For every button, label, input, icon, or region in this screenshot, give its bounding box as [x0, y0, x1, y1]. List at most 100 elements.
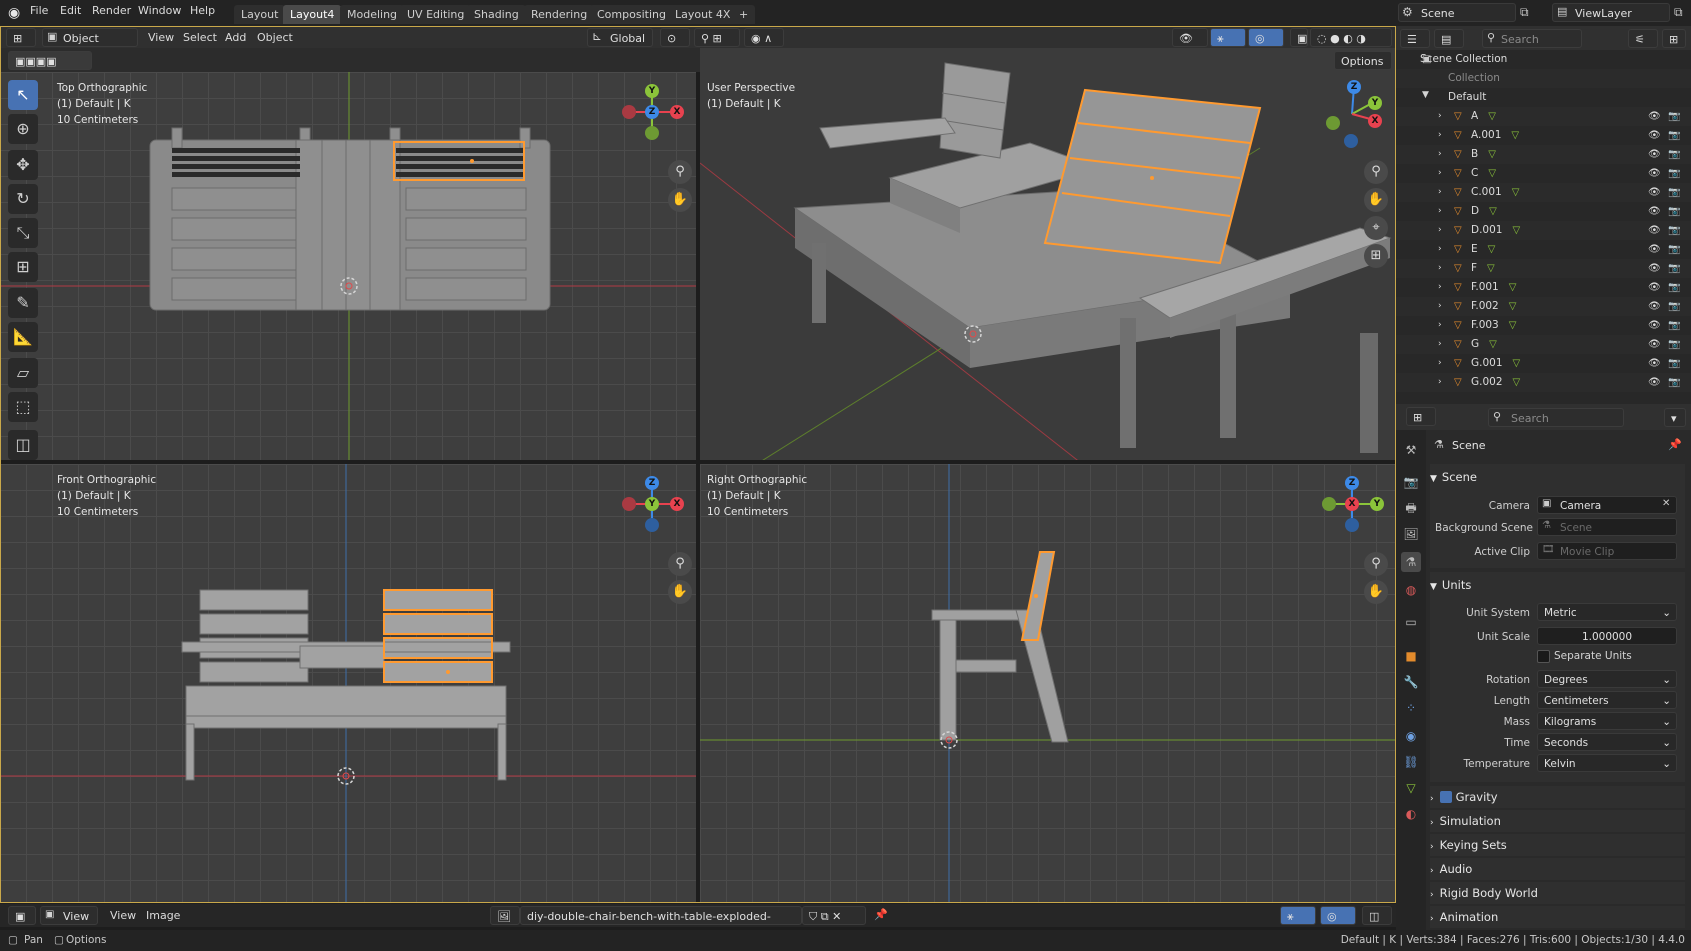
scene-selector[interactable]: Scene — [1398, 3, 1516, 22]
panel-audio[interactable]: › Audio — [1430, 858, 1685, 880]
outliner-object-row[interactable]: › ▽ C.001 ▽ 👁 📷 — [1396, 183, 1691, 202]
visibility-eye-icon[interactable]: 👁 — [1648, 107, 1661, 126]
outliner-search-input[interactable]: Search — [1482, 29, 1582, 48]
view-menu[interactable]: View — [110, 906, 136, 925]
scene-tab-icon[interactable]: ⚗ — [1401, 552, 1421, 572]
chevron-right-icon[interactable]: › — [1438, 221, 1442, 240]
menu-render[interactable]: Render — [92, 4, 131, 17]
chevron-right-icon[interactable]: › — [1438, 278, 1442, 297]
visibility-eye-icon[interactable]: 👁 — [1648, 335, 1661, 354]
chevron-right-icon[interactable]: › — [1438, 354, 1442, 373]
properties-search-input[interactable]: Search — [1488, 408, 1624, 427]
visibility-eye-icon[interactable]: 👁 — [1648, 259, 1661, 278]
render-camera-icon[interactable]: 📷 — [1668, 126, 1680, 145]
render-camera-icon[interactable]: 📷 — [1668, 354, 1680, 373]
panel-rigid-body-world[interactable]: › Rigid Body World — [1430, 882, 1685, 904]
mesh-data-icon[interactable]: ▽ — [1488, 149, 1496, 160]
scene-collection-row[interactable]: Scene Collection — [1396, 50, 1691, 69]
mass-dropdown[interactable]: Kilograms ⌄ — [1537, 712, 1677, 730]
chevron-right-icon[interactable]: › — [1438, 297, 1442, 316]
filter-icon[interactable]: ⚟ — [1628, 29, 1658, 48]
cursor-icon[interactable]: ⊕ — [8, 114, 38, 144]
rotation-dropdown[interactable]: Degrees ⌄ — [1537, 670, 1677, 688]
menu-file[interactable]: File — [30, 4, 48, 17]
select-box-icon[interactable]: ↖ — [8, 80, 38, 110]
viewport-user-perspective[interactable]: User Perspective (1) Default | K Options — [700, 48, 1396, 462]
tab-layout[interactable]: Layout — [234, 5, 286, 24]
outliner-object-row[interactable]: › ▽ G ▽ 👁 📷 — [1396, 335, 1691, 354]
scale-icon[interactable]: ⤡ — [8, 218, 38, 248]
display-mode-button[interactable]: ▤ — [1434, 29, 1464, 48]
mesh-data-icon[interactable]: ▽ — [1513, 358, 1521, 369]
output-tab-icon[interactable]: 🖶 — [1401, 498, 1421, 518]
zoom-icon[interactable]: ⚲ — [668, 552, 692, 576]
pan-hand-icon[interactable]: ✋ — [1364, 188, 1388, 212]
particles-tab-icon[interactable]: ⁘ — [1401, 698, 1421, 718]
chevron-right-icon[interactable]: › — [1438, 202, 1442, 221]
move-icon[interactable]: ✥ — [8, 150, 38, 180]
outliner-object-row[interactable]: › ▽ E ▽ 👁 📷 — [1396, 240, 1691, 259]
tab-rendering[interactable]: Rendering — [524, 5, 595, 24]
material-tab-icon[interactable]: ◐ — [1401, 804, 1421, 824]
overlay-toggle-button[interactable]: ◎ — [1248, 28, 1284, 47]
camera-field[interactable]: Camera — [1537, 496, 1677, 514]
panel-keying-sets[interactable]: › Keying Sets — [1430, 834, 1685, 856]
tab-uv-editing[interactable]: UV Editing — [400, 5, 472, 24]
new-scene-icon[interactable]: ⧉ — [1520, 5, 1529, 20]
mesh-data-icon[interactable]: ▽ — [1513, 377, 1521, 388]
render-camera-icon[interactable]: 📷 — [1668, 221, 1680, 240]
visibility-eye-icon[interactable]: 👁 — [1648, 164, 1661, 183]
pan-hand-icon[interactable]: ✋ — [1364, 580, 1388, 604]
proportional-edit-button[interactable]: ◉ ∧ — [744, 28, 784, 47]
default-collection-row[interactable]: Default — [1396, 88, 1691, 107]
render-camera-icon[interactable]: 📷 — [1668, 335, 1680, 354]
menu-window[interactable]: Window — [138, 4, 181, 17]
add-workspace-button[interactable]: + — [732, 5, 756, 24]
add-menu[interactable]: Add — [225, 28, 246, 47]
shading-mode-buttons[interactable]: ◌ ● ◐ ◑ — [1310, 28, 1392, 47]
rotate-icon[interactable]: ↻ — [8, 184, 38, 214]
length-dropdown[interactable]: Centimeters ⌄ — [1537, 691, 1677, 709]
editor-type-button[interactable]: ⊞ — [6, 28, 36, 47]
snapping-button[interactable]: ⚲ ⊞ — [694, 28, 740, 47]
gravity-checkbox[interactable] — [1439, 791, 1452, 803]
mesh-data-icon[interactable]: ▽ — [1488, 111, 1496, 122]
data-tab-icon[interactable]: ▽ — [1401, 778, 1421, 798]
visibility-eye-icon[interactable]: 👁 — [1648, 240, 1661, 259]
y-axis-icon[interactable]: Y — [645, 84, 659, 98]
mesh-data-icon[interactable]: ▽ — [1489, 206, 1497, 217]
render-camera-icon[interactable]: 📷 — [1668, 107, 1680, 126]
mesh-data-icon[interactable]: ▽ — [1509, 320, 1517, 331]
scene-panel-header[interactable]: ▼ Scene — [1430, 466, 1685, 488]
ortho-toggle-icon[interactable]: ⊞ — [1364, 244, 1388, 268]
chevron-right-icon[interactable]: › — [1438, 183, 1442, 202]
unit-scale-field[interactable]: 1.000000 — [1537, 627, 1677, 645]
visibility-eye-icon[interactable]: 👁 — [1648, 126, 1661, 145]
render-camera-icon[interactable]: 📷 — [1668, 183, 1680, 202]
outliner-object-row[interactable]: › ▽ F ▽ 👁 📷 — [1396, 259, 1691, 278]
pin-icon[interactable]: 📌 — [1668, 438, 1682, 451]
chevron-right-icon[interactable]: › — [1438, 107, 1442, 126]
image-fake-user-buttons[interactable]: ⛉ ⧉ ✕ — [802, 906, 866, 925]
chevron-right-icon[interactable]: › — [1438, 145, 1442, 164]
tab-modeling[interactable]: Modeling — [340, 5, 405, 24]
chevron-right-icon[interactable]: › — [1438, 316, 1442, 335]
render-camera-icon[interactable]: 📷 — [1668, 373, 1680, 392]
navigation-gizmo[interactable]: Z Y X — [1318, 80, 1384, 148]
tab-layout-4x[interactable]: Layout 4X — [668, 5, 738, 24]
mesh-data-icon[interactable]: ▽ — [1509, 282, 1517, 293]
xray-toggle-button[interactable]: ▣ — [1290, 28, 1308, 47]
transform-icon[interactable]: ⊞ — [8, 252, 38, 282]
mesh-data-icon[interactable]: ▽ — [1488, 168, 1496, 179]
viewport-top-ortho[interactable]: Top Orthographic (1) Default | K 10 Cent… — [0, 72, 698, 462]
time-dropdown[interactable]: Seconds ⌄ — [1537, 733, 1677, 751]
image-menu[interactable]: Image — [146, 906, 180, 925]
zoom-icon[interactable]: ⚲ — [668, 160, 692, 184]
image-name-field[interactable]: diy-double-chair-bench-with-table-explod… — [520, 906, 802, 942]
neg-x-axis-icon[interactable] — [622, 497, 636, 511]
separate-units-checkbox[interactable] — [1537, 650, 1550, 663]
mesh-data-icon[interactable]: ▽ — [1509, 301, 1517, 312]
clear-camera-icon[interactable]: ✕ — [1662, 498, 1670, 509]
chevron-right-icon[interactable]: › — [1438, 240, 1442, 259]
menu-help[interactable]: Help — [190, 4, 215, 17]
